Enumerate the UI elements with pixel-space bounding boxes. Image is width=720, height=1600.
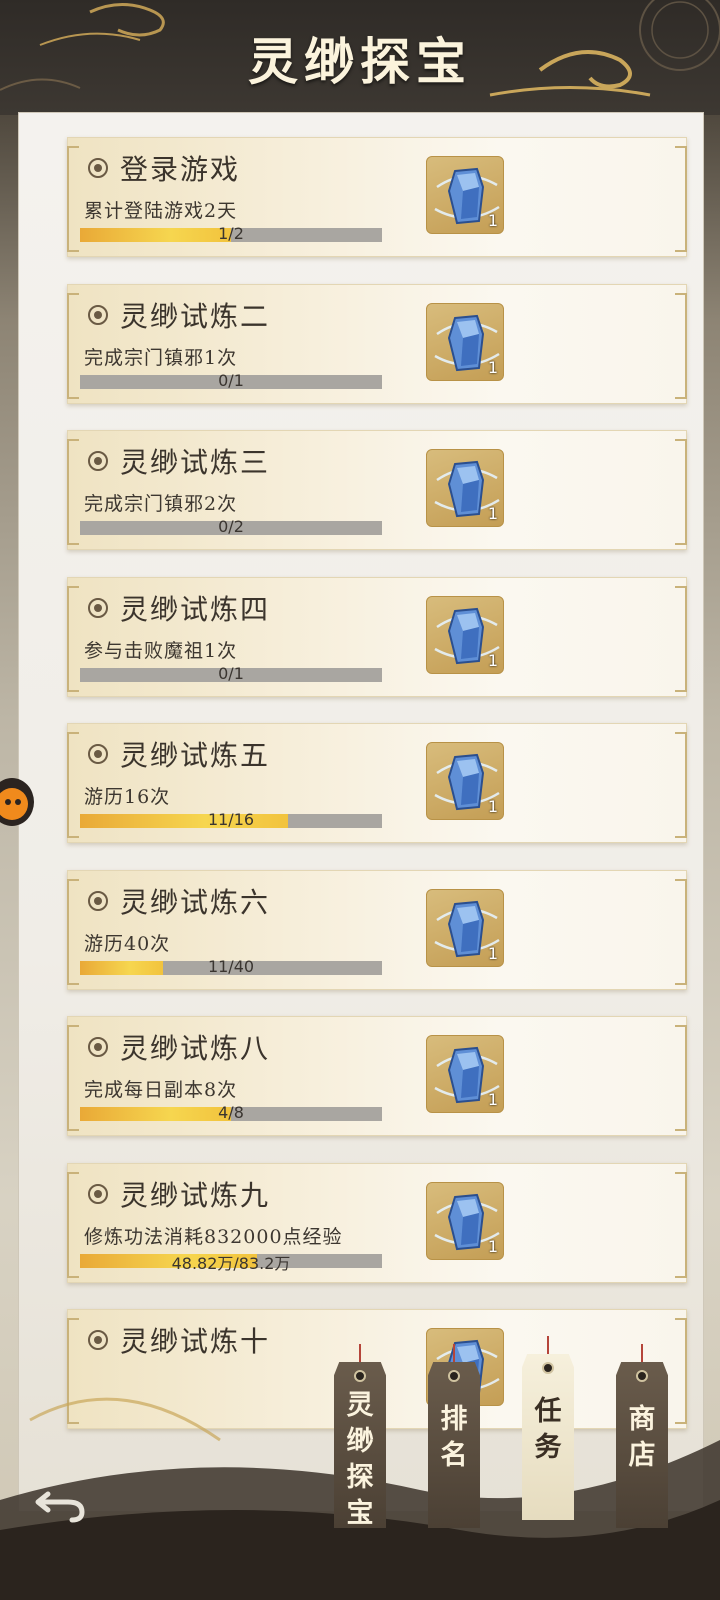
task-title: 灵缈试炼五 [120,739,271,772]
tab-label: 任务 [534,1396,562,1463]
task-title: 灵缈试炼六 [120,885,271,919]
task-card[interactable]: 灵缈试炼三完成宗门镇邪2次 0/2 1 [67,430,687,550]
radio-bullet-icon [88,158,108,178]
radio-bullet-icon [88,304,108,325]
page-title: 灵缈探宝 [248,32,472,91]
reward-quantity: 1 [487,650,498,670]
tab-hole [542,1362,554,1374]
task-description: 参与击败魔祖1次 [84,639,238,662]
progress-text: 4/8 [218,1103,244,1122]
tab-hole [636,1370,648,1382]
reward-quantity: 1 [487,1090,498,1109]
task-description: 修炼功法消耗832000点经验 [84,1225,343,1248]
radio-bullet-icon [88,744,108,764]
task-title: 灵缈试炼九 [120,1178,271,1212]
tab-label: 商店 [628,1404,656,1471]
radio-bullet-icon [88,451,108,471]
task-card[interactable]: 灵缈试炼六游历40次 11/40 1 [67,869,687,990]
reward-item[interactable]: 1 [426,302,504,381]
task-card[interactable]: 登录游戏累计登陆游戏2天 1/2 1 [67,137,687,257]
tab-hole [448,1370,460,1382]
task-description: 完成宗门镇邪2次 [84,493,238,515]
task-card[interactable]: 灵缈试炼八完成每日副本8次 4/8 1 [67,1016,687,1136]
progress-text: 0/2 [218,517,244,536]
task-title: 灵缈试炼八 [120,1032,271,1065]
progress-text: 1/2 [218,224,244,243]
reward-quantity: 1 [487,943,498,963]
progress-text: 0/1 [218,370,244,390]
reward-item[interactable]: 1 [426,449,504,527]
progress-text: 11/40 [207,956,255,976]
reward-quantity: 1 [487,211,498,230]
task-description: 完成宗门镇邪1次 [84,346,238,369]
reward-item[interactable]: 1 [426,742,504,820]
radio-bullet-icon [88,1183,108,1204]
reward-quantity: 1 [487,504,498,523]
task-card[interactable]: 灵缈试炼二完成宗门镇邪1次 0/1 1 [67,283,687,404]
task-description: 累计登陆游戏2天 [84,200,238,222]
task-description: 游历16次 [84,786,171,808]
reward-item[interactable]: 1 [426,1035,504,1113]
progress-text: 11/16 [207,810,255,829]
tab-label: 灵缈探宝 [346,1390,374,1529]
task-title: 灵缈试炼三 [120,446,271,479]
reward-item[interactable]: 1 [426,595,504,674]
radio-bullet-icon [88,1330,108,1350]
task-title: 灵缈试炼二 [120,299,271,333]
progress-text: 0/1 [218,663,244,683]
reward-quantity: 1 [487,797,498,816]
task-card[interactable]: 灵缈试炼九修炼功法消耗832000点经验 48.82万/83.2万 1 [67,1162,687,1283]
reward-quantity: 1 [487,357,498,377]
reward-item[interactable]: 1 [426,1181,504,1260]
task-title: 灵缈试炼十 [120,1325,271,1358]
task-description: 游历40次 [84,932,171,955]
task-title: 登录游戏 [120,153,241,186]
reward-quantity: 1 [487,1236,498,1256]
tab-tasks[interactable]: 任务 [522,1354,574,1520]
tab-shop[interactable]: 商店 [616,1362,668,1528]
tab-hole [354,1370,366,1382]
reward-item[interactable]: 1 [426,156,504,234]
radio-bullet-icon [88,597,108,618]
back-arrow-icon[interactable] [34,1480,88,1524]
tab-ranking[interactable]: 排名 [428,1362,480,1528]
radio-bullet-icon [88,890,108,911]
side-float-mascot-icon[interactable] [0,770,36,828]
progress-text: 48.82万/83.2万 [171,1253,291,1273]
header: 灵缈探宝 [0,0,720,115]
reward-item[interactable]: 1 [426,888,504,967]
task-card[interactable]: 灵缈试炼五游历16次 11/16 1 [67,723,687,843]
task-description: 完成每日副本8次 [84,1079,238,1101]
task-title: 灵缈试炼四 [120,592,271,626]
tab-label: 排名 [440,1404,468,1471]
tab-linmiao-treasure[interactable]: 灵缈探宝 [334,1362,386,1528]
radio-bullet-icon [88,1037,108,1057]
task-card[interactable]: 灵缈试炼四参与击败魔祖1次 0/1 1 [67,576,687,697]
task-panel[interactable]: 登录游戏 累计登陆游戏2天 1/2 1 灵缈试炼二 完成宗门镇邪1次 0/1 1 灵缈试炼三 完成… [18,112,704,1512]
